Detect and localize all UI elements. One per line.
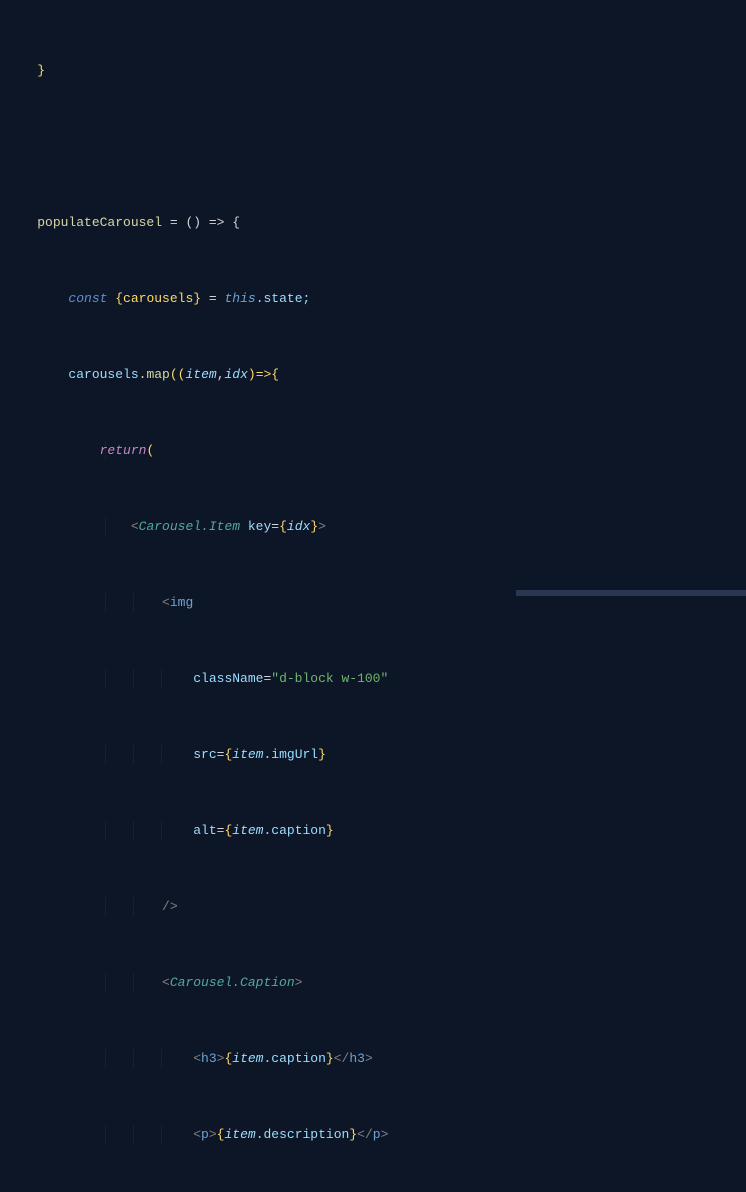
angle: < <box>162 975 170 990</box>
angle: < <box>162 595 170 610</box>
code-line[interactable]: populateCarousel = () => { <box>6 213 746 232</box>
rest: = () => { <box>162 215 240 230</box>
self-close: /> <box>162 899 178 914</box>
angle: > <box>381 1127 389 1142</box>
brace: { <box>217 1127 225 1142</box>
eq: = <box>217 747 225 762</box>
code-line[interactable]: <p>{item.description}</p> <box>6 1125 746 1144</box>
string: "d-block w-100" <box>271 671 388 686</box>
code-line[interactable]: alt={item.caption} <box>6 821 746 840</box>
paren: ( <box>146 443 154 458</box>
angle: > <box>209 1127 217 1142</box>
angle: > <box>318 519 326 534</box>
angle: < <box>193 1127 201 1142</box>
brace-close: } <box>37 63 45 78</box>
eq: = <box>201 291 224 306</box>
brace: } <box>326 823 334 838</box>
angle: < <box>193 1051 201 1066</box>
jsx-tag: h3 <box>349 1051 365 1066</box>
code-line[interactable] <box>6 137 746 156</box>
jsx-tag: img <box>170 595 193 610</box>
prop: .caption <box>263 823 325 838</box>
var: carousels <box>68 367 138 382</box>
brace: } <box>310 519 318 534</box>
expr: item <box>224 1127 255 1142</box>
jsx-tag: Carousel.Caption <box>170 975 295 990</box>
angle: > <box>217 1051 225 1066</box>
expr: item <box>232 747 263 762</box>
attr: alt <box>193 823 216 838</box>
jsx-tag: p <box>201 1127 209 1142</box>
brace: { <box>224 823 232 838</box>
brace: { <box>224 1051 232 1066</box>
destructure: {carousels} <box>115 291 201 306</box>
code-line[interactable]: <Carousel.Item key={idx}> <box>6 517 746 536</box>
brace: } <box>349 1127 357 1142</box>
angle: < <box>131 519 139 534</box>
prop: .imgUrl <box>263 747 318 762</box>
param: item <box>185 367 216 382</box>
eq: = <box>271 519 279 534</box>
status-strip <box>516 590 746 596</box>
code-line[interactable]: <h3>{item.caption}</h3> <box>6 1049 746 1068</box>
code-line[interactable]: /> <box>6 897 746 916</box>
attr: className <box>193 671 263 686</box>
prop: .description <box>256 1127 350 1142</box>
prop: .state; <box>256 291 311 306</box>
code-editor[interactable]: } populateCarousel = () => { const {caro… <box>0 0 746 596</box>
prop: .caption <box>264 1051 326 1066</box>
code-line[interactable]: const {carousels} = this.state; <box>6 289 746 308</box>
attr: key <box>248 519 271 534</box>
kw-const: const <box>68 291 115 306</box>
angle: > <box>365 1051 373 1066</box>
code-line[interactable]: src={item.imgUrl} <box>6 745 746 764</box>
expr: item <box>232 823 263 838</box>
kw-return: return <box>100 443 147 458</box>
brace: } <box>318 747 326 762</box>
paren: )=>{ <box>248 367 279 382</box>
expr: idx <box>287 519 310 534</box>
comma: , <box>217 367 225 382</box>
attr: src <box>193 747 216 762</box>
sp <box>240 519 248 534</box>
this: this <box>224 291 255 306</box>
brace: { <box>279 519 287 534</box>
angle: </ <box>334 1051 350 1066</box>
eq: = <box>263 671 271 686</box>
expr: item <box>232 1051 263 1066</box>
fn-name: populateCarousel <box>37 215 162 230</box>
brace: } <box>326 1051 334 1066</box>
jsx-tag: Carousel.Item <box>139 519 240 534</box>
jsx-tag: h3 <box>201 1051 217 1066</box>
paren: (( <box>170 367 186 382</box>
code-line[interactable]: <Carousel.Caption> <box>6 973 746 992</box>
jsx-tag: p <box>373 1127 381 1142</box>
brace: { <box>224 747 232 762</box>
code-area[interactable]: } populateCarousel = () => { const {caro… <box>6 0 746 596</box>
angle: > <box>295 975 303 990</box>
code-line[interactable]: return( <box>6 441 746 460</box>
param: idx <box>225 367 248 382</box>
eq: = <box>217 823 225 838</box>
code-line[interactable]: } <box>6 61 746 80</box>
fn-map: .map <box>139 367 170 382</box>
angle: </ <box>357 1127 373 1142</box>
code-line[interactable]: carousels.map((item,idx)=>{ <box>6 365 746 384</box>
code-line[interactable]: className="d-block w-100" <box>6 669 746 688</box>
